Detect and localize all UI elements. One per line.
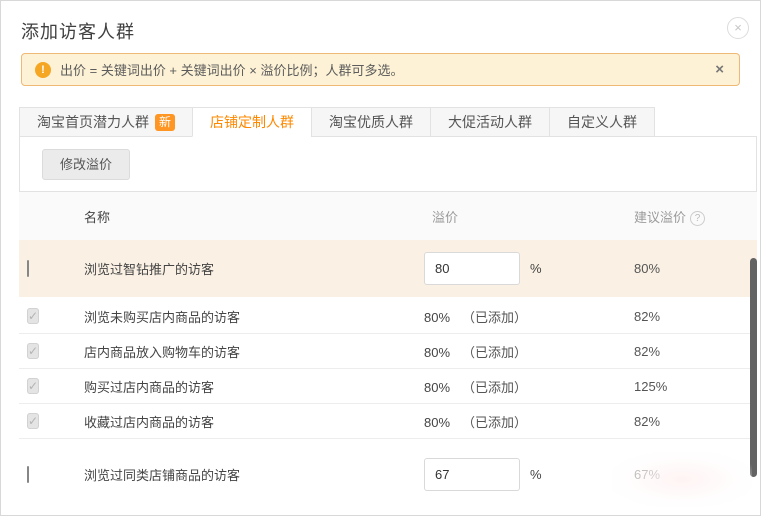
suggested-premium-value: 67% <box>634 466 661 482</box>
modify-premium-button[interactable]: 修改溢价 <box>42 148 131 180</box>
tab-content-toolbar: 修改溢价 <box>19 136 757 192</box>
column-header-suggested-label: 建议溢价 <box>634 209 687 225</box>
exclamation-icon: ! <box>35 61 51 78</box>
column-header-name: 名称 <box>84 209 111 225</box>
suggested-premium-value: 80% <box>634 261 661 276</box>
table-row: 浏览过智钻推广的访客 % 80% <box>19 240 757 299</box>
table-row: ✓ 收藏过店内商品的访客 80% （已添加） 82% <box>19 404 757 439</box>
notice-text: 出价 = 关键词出价 + 关键词出价 × 溢价比例；人群可多选。 <box>60 63 404 78</box>
percent-sign: % <box>530 466 542 482</box>
dialog-close-icon[interactable]: × <box>727 17 749 39</box>
suggested-premium-value: 82% <box>634 343 661 359</box>
table-row: ✓ 浏览未购买店内商品的访客 80% （已添加） 82% <box>19 299 757 334</box>
audience-name: 店内商品放入购物车的访客 <box>84 344 241 360</box>
tab-shop-custom-audience[interactable]: 店铺定制人群 <box>192 107 313 137</box>
suggested-premium-value: 82% <box>634 308 661 324</box>
row-checkbox-checked-disabled: ✓ <box>27 308 40 324</box>
column-header-suggested: 建议溢价? <box>634 207 757 226</box>
tab-label: 店铺定制人群 <box>210 114 295 130</box>
added-status: （已添加） <box>462 414 528 430</box>
tab-taobao-homepage-potential[interactable]: 淘宝首页潜力人群 新 <box>19 107 194 137</box>
table-header-row: 名称 溢价 建议溢价? <box>19 192 757 240</box>
audience-name: 浏览未购买店内商品的访客 <box>84 309 241 325</box>
add-visitor-audience-dialog: 添加访客人群 × ! 出价 = 关键词出价 + 关键词出价 × 溢价比例；人群可… <box>0 0 761 516</box>
premium-value: 80% <box>424 379 451 395</box>
tab-custom-audience[interactable]: 自定义人群 <box>549 107 656 137</box>
tab-label: 淘宝优质人群 <box>329 114 414 130</box>
new-badge: 新 <box>155 113 176 131</box>
tab-label: 大促活动人群 <box>448 114 533 130</box>
tab-taobao-quality-audience[interactable]: 淘宝优质人群 <box>311 107 432 137</box>
bid-formula-notice: ! 出价 = 关键词出价 + 关键词出价 × 溢价比例；人群可多选。 × <box>21 53 740 86</box>
vertical-scrollbar-thumb[interactable] <box>750 258 757 477</box>
suggested-premium-value: 125% <box>634 378 668 394</box>
notice-close-icon[interactable]: × <box>713 61 726 78</box>
column-header-premium-label: 溢价 <box>432 209 459 225</box>
added-status: （已添加） <box>462 344 528 360</box>
table-row: ✓ 店内商品放入购物车的访客 80% （已添加） 82% <box>19 334 757 369</box>
premium-value: 80% <box>424 309 451 325</box>
premium-value: 80% <box>424 344 451 360</box>
row-checkbox-unchecked[interactable] <box>27 465 29 483</box>
percent-sign: % <box>530 261 542 276</box>
help-icon[interactable]: ? <box>690 210 706 226</box>
added-status: （已添加） <box>462 379 528 395</box>
premium-input[interactable] <box>424 252 520 285</box>
row-checkbox-checked-disabled: ✓ <box>27 378 40 394</box>
tab-label: 自定义人群 <box>567 114 638 130</box>
column-header-premium: 溢价 <box>424 207 634 226</box>
table-row: 浏览过同类店铺商品的访客 % 67% <box>19 439 757 509</box>
dialog-title: 添加访客人群 <box>21 22 135 42</box>
row-checkbox-checked-disabled: ✓ <box>27 413 40 429</box>
tab-promotion-event-audience[interactable]: 大促活动人群 <box>430 107 551 137</box>
audience-name: 收藏过店内商品的访客 <box>84 414 215 430</box>
tab-label: 淘宝首页潜力人群 <box>37 114 149 130</box>
premium-input[interactable] <box>424 457 520 491</box>
tab-bar: 淘宝首页潜力人群 新 店铺定制人群 淘宝优质人群 大促活动人群 自定义人群 <box>19 107 757 137</box>
dialog-header: 添加访客人群 <box>1 1 760 44</box>
audience-name: 浏览过同类店铺商品的访客 <box>84 467 241 483</box>
suggested-premium-value: 82% <box>634 413 661 429</box>
audience-name: 浏览过智钻推广的访客 <box>84 262 215 277</box>
audience-name: 购买过店内商品的访客 <box>84 379 215 395</box>
table-row: ✓ 购买过店内商品的访客 80% （已添加） 125% <box>19 369 757 404</box>
row-checkbox-unchecked[interactable] <box>27 260 29 277</box>
row-checkbox-checked-disabled: ✓ <box>27 343 40 359</box>
premium-value: 80% <box>424 414 451 430</box>
added-status: （已添加） <box>462 309 528 325</box>
tab-area: 淘宝首页潜力人群 新 店铺定制人群 淘宝优质人群 大促活动人群 自定义人群 修改… <box>19 107 757 509</box>
